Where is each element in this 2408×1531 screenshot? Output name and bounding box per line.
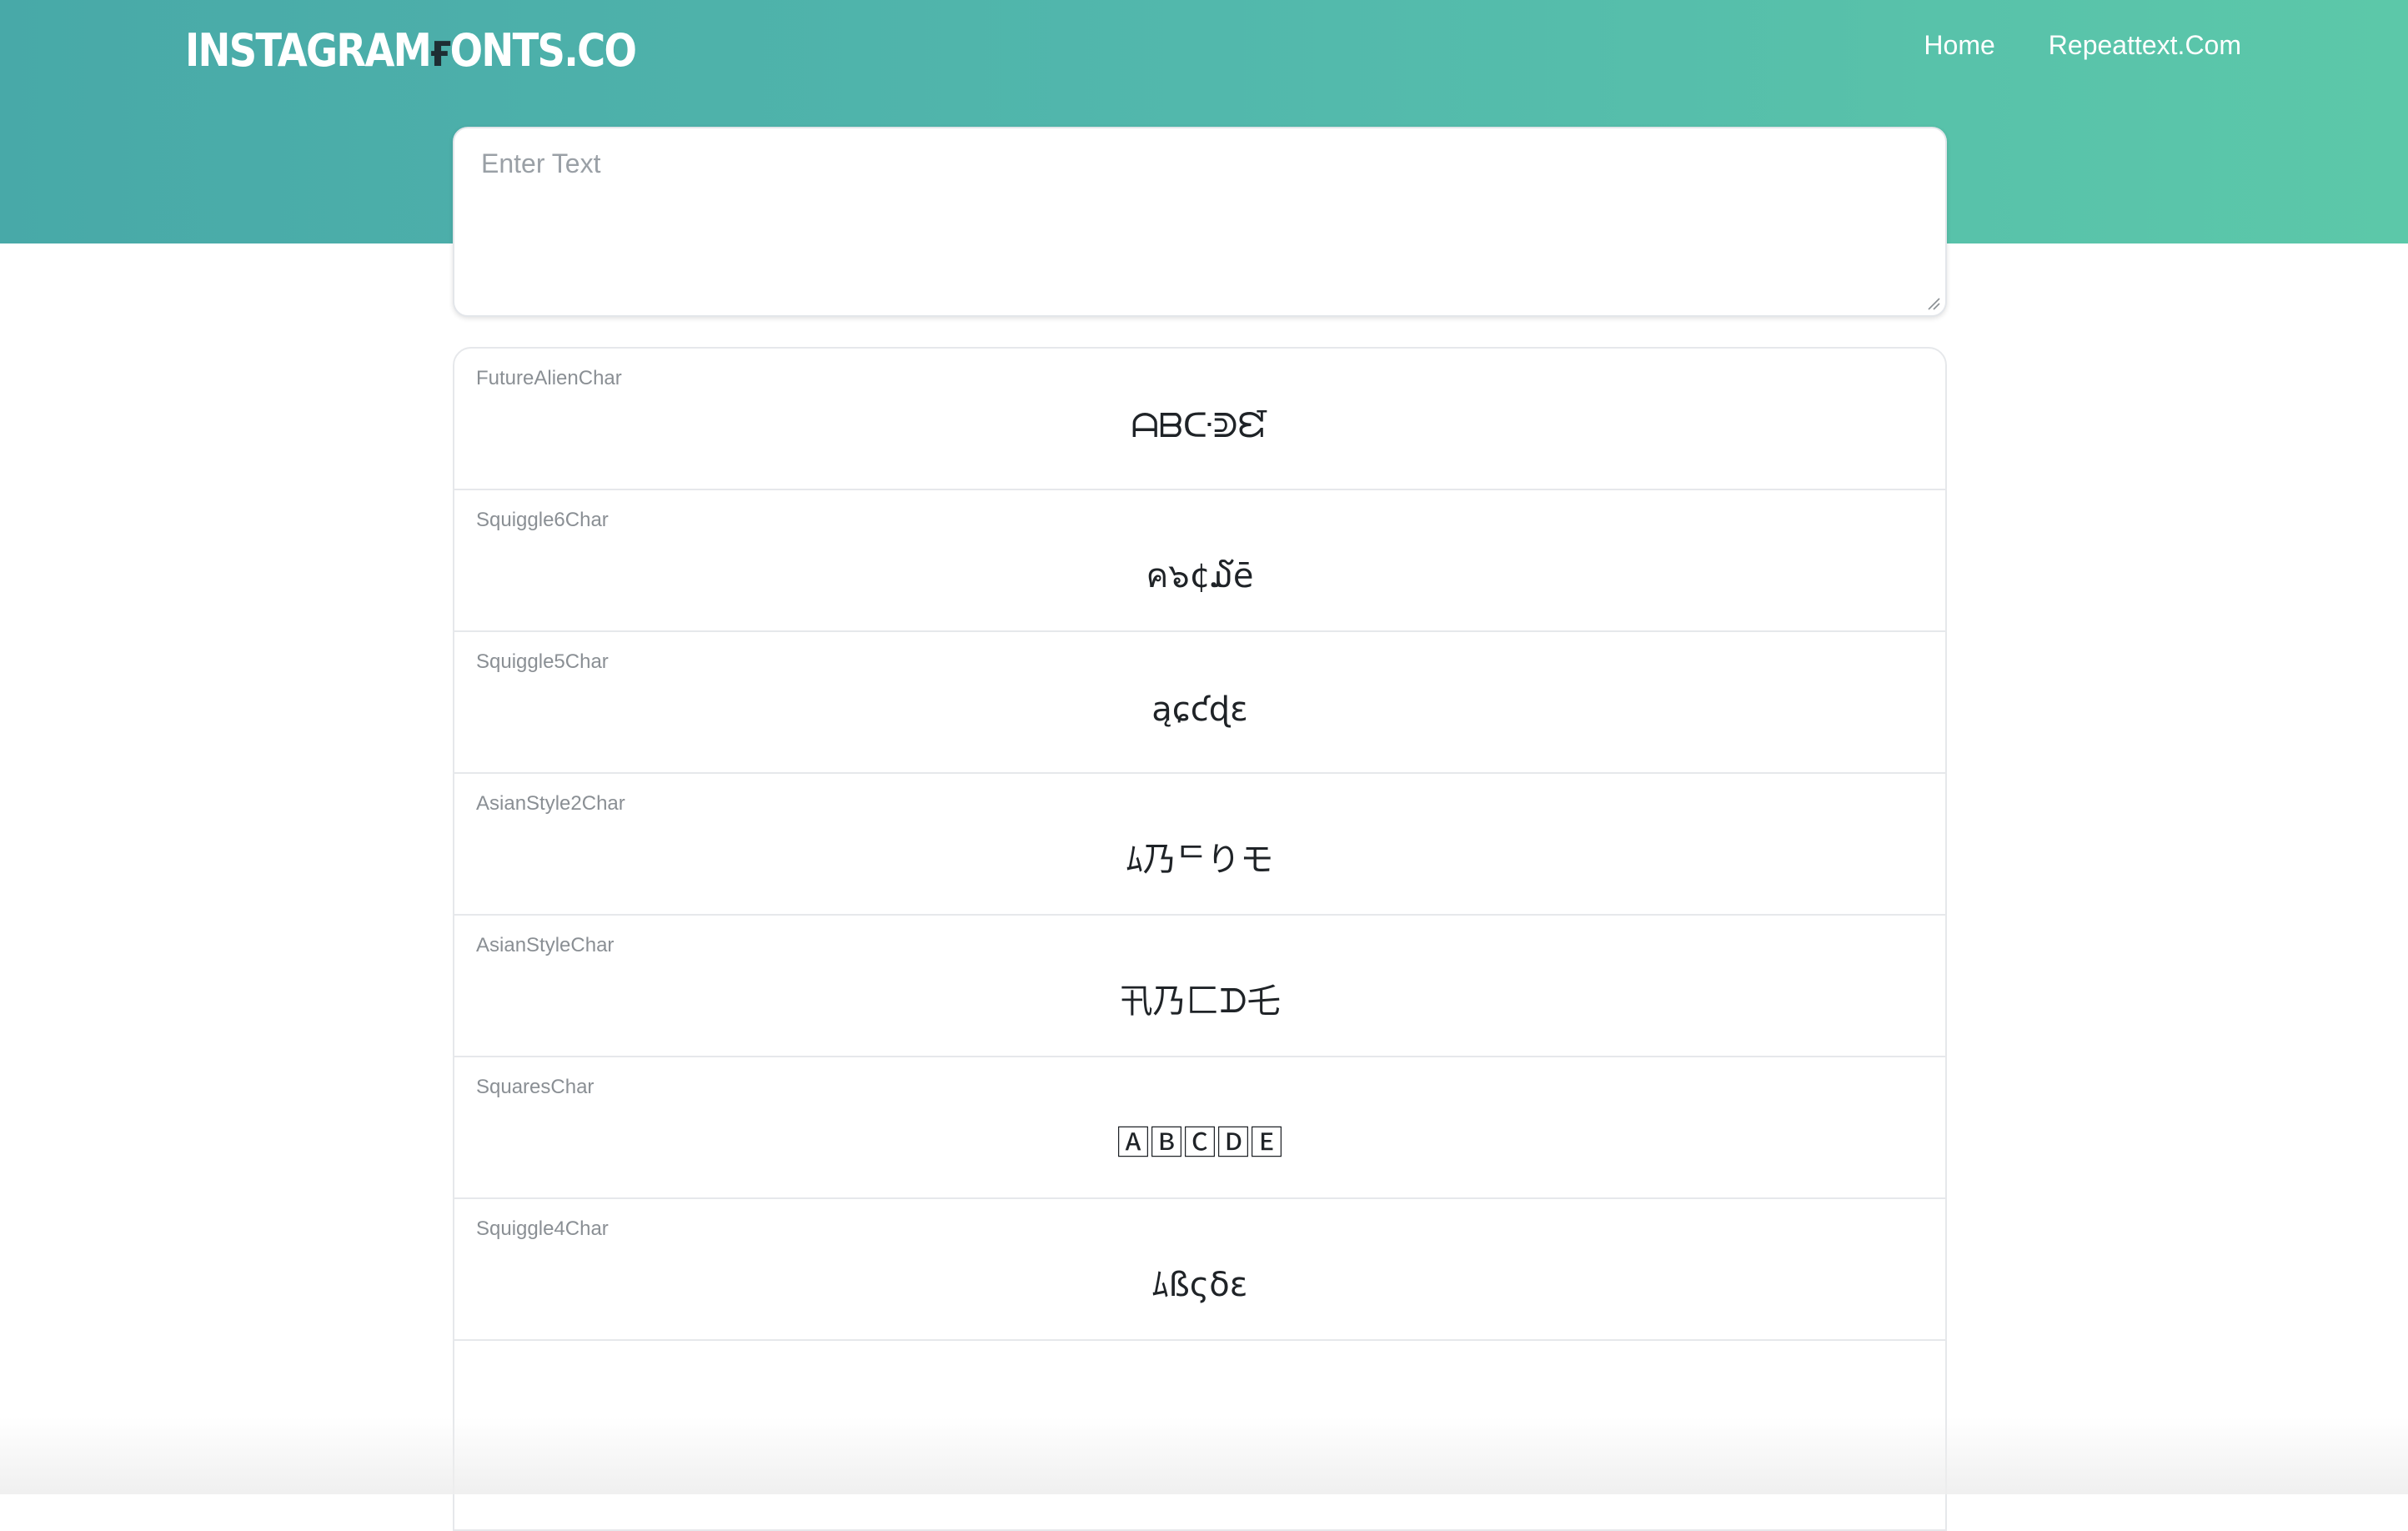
font-style-row[interactable]: Squiggle5Char ąɕƈɖɛ <box>454 632 1945 774</box>
font-style-sample[interactable]: ค๖¢໓ē <box>454 549 1945 602</box>
font-style-sample[interactable]: ᗩᗷᑢᕲᘿ <box>454 407 1945 445</box>
text-input[interactable] <box>454 128 1945 315</box>
font-style-sample[interactable]: ąɕƈɖɛ <box>454 690 1945 729</box>
text-input-box <box>453 127 1947 317</box>
font-style-sample[interactable]: ﾑ乃ᄃりモ <box>454 832 1945 881</box>
font-style-name: Squiggle6Char <box>476 509 609 531</box>
font-style-list: FutureAlienChar ᗩᗷᑢᕲᘿ Squiggle6Char ค๖¢໓… <box>453 347 1947 1531</box>
font-style-name: Squiggle5Char <box>476 650 609 673</box>
font-style-sample[interactable]: 🄰🄱🄲🄳🄴 <box>454 1116 1945 1164</box>
font-style-row[interactable]: AsianStyle2Char ﾑ乃ᄃりモ <box>454 774 1945 916</box>
font-style-sample[interactable]: ﾑßςδε <box>454 1257 1945 1306</box>
nav-link-home[interactable]: Home <box>1924 30 1994 61</box>
logo-text-left: INSTAGRAM <box>185 23 432 77</box>
font-style-row[interactable]: Squiggle6Char ค๖¢໓ē <box>454 490 1945 632</box>
site-logo[interactable]: INSTAGRAM ғ ONTS.CO <box>185 23 637 77</box>
main-nav: Home Repeattext.Com <box>1924 30 2241 61</box>
resize-grip-icon[interactable] <box>1925 295 1940 310</box>
font-style-name: FutureAlienChar <box>476 367 622 389</box>
font-style-row[interactable]: SquaresChar 🄰🄱🄲🄳🄴 <box>454 1057 1945 1199</box>
logo-text-right: ONTS.CO <box>449 23 637 77</box>
font-style-name: SquaresChar <box>476 1076 594 1098</box>
font-style-name: Squiggle4Char <box>476 1217 609 1240</box>
logo-accent-glyph: ғ <box>430 23 451 77</box>
font-style-name: AsianStyle2Char <box>476 792 625 815</box>
font-style-row[interactable]: Squiggle4Char ﾑßςδε <box>454 1199 1945 1341</box>
font-style-name: AsianStyleChar <box>476 934 615 956</box>
font-style-sample[interactable]: 卂乃匚ᗪ乇 <box>454 974 1945 1022</box>
font-style-row[interactable]: FutureAlienChar ᗩᗷᑢᕲᘿ <box>454 349 1945 490</box>
font-style-row[interactable]: AsianStyleChar 卂乃匚ᗪ乇 <box>454 916 1945 1057</box>
nav-link-repeattext[interactable]: Repeattext.Com <box>2049 30 2241 61</box>
